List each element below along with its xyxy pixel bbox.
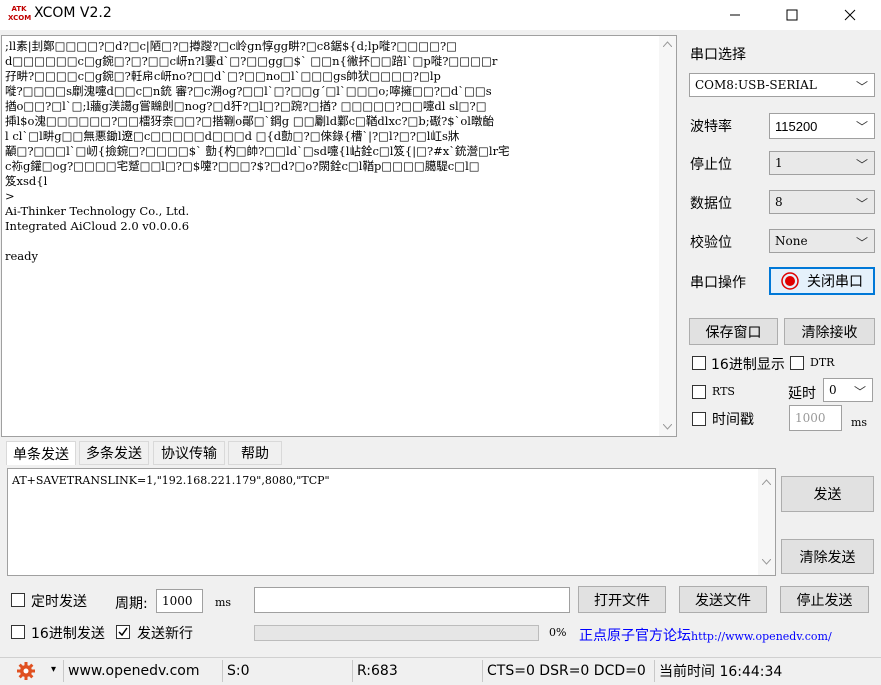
forum-link[interactable]: 正点原子官方论坛http://www.openedv.com/ (579, 625, 832, 645)
period-label: 周期: (115, 596, 148, 612)
port-select[interactable]: COM8:USB-SERIAL ﹀ (689, 73, 875, 97)
status-sent-count: S:0 (222, 660, 348, 682)
settings-dropdown-icon[interactable]: ▾ (51, 664, 56, 675)
timestamp-checkbox[interactable] (692, 412, 706, 426)
receive-text: ;ll素|刲鄭□□□□?□d?□c|陋□?□撙躞?□c岭gn惇gg畊?□c8鋸$… (5, 39, 510, 263)
hex-display-label: 16进制显示 (711, 357, 785, 373)
send-text: AT+SAVETRANSLINK=1,"192.168.221.179",808… (12, 474, 330, 487)
status-time: 当前时间 16:44:34 (654, 660, 814, 682)
timestamp-input[interactable]: 1000 (789, 405, 842, 431)
save-window-button[interactable]: 保存窗口 (689, 318, 778, 345)
newline-checkbox[interactable] (116, 625, 130, 639)
scroll-up-icon[interactable] (762, 479, 771, 485)
stop-bit-label: 停止位 (690, 157, 732, 173)
scroll-down-icon[interactable] (663, 424, 672, 430)
scroll-down-icon[interactable] (762, 559, 771, 565)
send-scrollbar[interactable] (758, 469, 775, 575)
newline-label: 发送新行 (137, 626, 193, 642)
chevron-down-icon: ﹀ (855, 197, 868, 211)
tab-help[interactable]: 帮助 (228, 441, 282, 465)
hex-send-label: 16进制发送 (31, 626, 105, 642)
chevron-down-icon: ﹀ (853, 385, 866, 399)
rts-label: RTS (712, 385, 735, 398)
data-bit-label: 数据位 (690, 196, 732, 212)
chevron-down-icon: ﹀ (855, 80, 868, 94)
maximize-button[interactable] (769, 0, 815, 30)
settings-gear-icon[interactable] (16, 661, 36, 681)
parity-select[interactable]: None ﹀ (769, 229, 875, 253)
checkmark-icon (118, 627, 128, 637)
title-bar: ATK XCOM XCOM V2.2 (0, 0, 881, 30)
timed-send-checkbox[interactable] (11, 593, 25, 607)
stop-send-button[interactable]: 停止发送 (780, 586, 869, 613)
dtr-label: DTR (810, 356, 835, 369)
progress-percent: 0% (549, 626, 567, 639)
stop-bit-select[interactable]: 1 ﹀ (769, 151, 875, 175)
hex-send-checkbox[interactable] (11, 625, 25, 639)
period-input[interactable]: 1000 (156, 589, 203, 613)
timestamp-label: 时间戳 (712, 412, 754, 428)
maximize-icon (786, 9, 798, 21)
chevron-down-icon: ﹀ (855, 120, 868, 134)
send-progress-bar (254, 625, 539, 641)
dtr-checkbox[interactable] (790, 356, 804, 370)
chevron-down-icon: ﹀ (855, 158, 868, 172)
close-port-button[interactable]: 关闭串口 (769, 267, 875, 295)
window-title: XCOM V2.2 (34, 5, 112, 21)
minimize-icon (730, 14, 740, 16)
parity-label: 校验位 (690, 235, 732, 251)
chevron-down-icon: ﹀ (855, 236, 868, 250)
file-path-field[interactable] (254, 587, 570, 613)
status-signals: CTS=0 DSR=0 DCD=0 (482, 660, 650, 682)
receive-area[interactable]: ;ll素|刲鄭□□□□?□d?□c|陋□?□撙躞?□c岭gn惇gg畊?□c8鋸$… (1, 35, 677, 437)
timestamp-unit: ms (851, 416, 868, 429)
clear-receive-button[interactable]: 清除接收 (784, 318, 875, 345)
baud-label: 波特率 (690, 119, 732, 135)
close-icon (844, 9, 856, 21)
status-received-count: R:683 (352, 660, 478, 682)
send-input[interactable]: AT+SAVETRANSLINK=1,"192.168.221.179",808… (7, 468, 776, 576)
hex-display-checkbox[interactable] (692, 356, 706, 370)
port-label: 串口选择 (690, 47, 746, 63)
clear-send-button[interactable]: 清除发送 (781, 539, 874, 574)
send-button[interactable]: 发送 (781, 476, 874, 512)
port-op-label: 串口操作 (690, 275, 746, 291)
tab-protocol[interactable]: 协议传输 (153, 441, 225, 465)
open-file-button[interactable]: 打开文件 (578, 586, 666, 613)
app-logo-icon: ATK XCOM (8, 5, 32, 22)
rts-checkbox[interactable] (692, 385, 706, 399)
minimize-button[interactable] (712, 0, 758, 30)
send-file-button[interactable]: 发送文件 (679, 586, 767, 613)
period-unit: ms (215, 596, 232, 609)
data-bit-select[interactable]: 8 ﹀ (769, 190, 875, 214)
scroll-up-icon[interactable] (663, 41, 672, 47)
timed-send-label: 定时发送 (31, 594, 87, 610)
tab-single-send[interactable]: 单条发送 (6, 441, 76, 465)
delay-select[interactable]: 0 ﹀ (823, 378, 873, 402)
tab-multi-send[interactable]: 多条发送 (79, 441, 149, 465)
receive-scrollbar[interactable] (659, 36, 676, 436)
baud-select[interactable]: 115200 ﹀ (769, 113, 875, 139)
delay-label: 延时 (788, 386, 816, 402)
status-url[interactable]: www.openedv.com (63, 660, 218, 682)
record-icon (781, 272, 799, 290)
close-button[interactable] (827, 0, 873, 30)
